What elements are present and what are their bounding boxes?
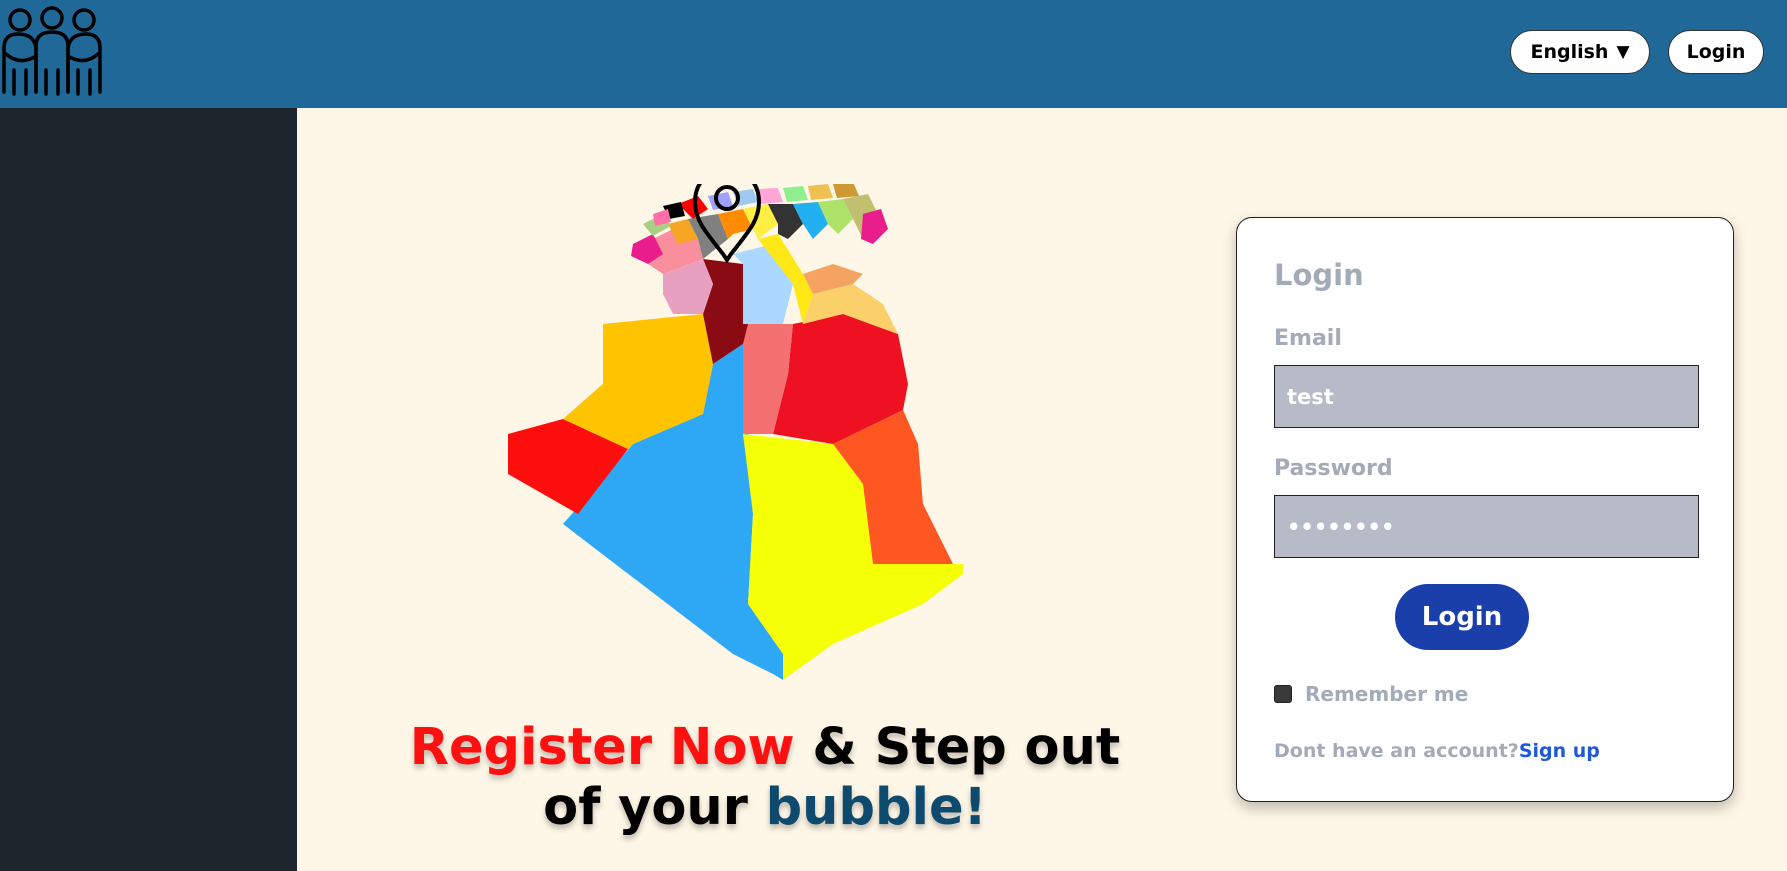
login-submit-button[interactable]: Login (1395, 584, 1529, 650)
headline-register-now: Register Now (409, 718, 795, 777)
people-group-icon[interactable] (0, 4, 104, 100)
remember-me-row: Remember me (1274, 682, 1468, 706)
remember-me-label: Remember me (1305, 682, 1469, 706)
no-account-text: Dont have an account? (1274, 740, 1519, 762)
email-label: Email (1274, 326, 1342, 351)
sidebar (0, 108, 297, 871)
header-login-button[interactable]: Login (1668, 30, 1764, 74)
caret-down-icon: ▼ (1616, 42, 1630, 62)
password-field[interactable]: •••••••• (1274, 495, 1699, 558)
signup-prompt: Dont have an account?Sign up (1274, 740, 1600, 762)
language-select[interactable]: English ▼ (1510, 30, 1650, 74)
password-label: Password (1274, 456, 1393, 481)
headline-of-your: of your (543, 778, 766, 837)
headline-step-out: & Step out (794, 718, 1121, 777)
login-title: Login (1274, 258, 1364, 292)
algeria-map-icon (508, 184, 963, 680)
hero-headline: Register Now & Step out of your bubble! (360, 718, 1170, 838)
headline-bubble: bubble! (765, 778, 987, 837)
language-label: English (1530, 41, 1609, 63)
signup-link[interactable]: Sign up (1519, 740, 1600, 762)
top-navbar: English ▼ Login (0, 0, 1787, 108)
login-card: Login Email test Password •••••••• Login… (1236, 217, 1734, 802)
email-field[interactable]: test (1274, 365, 1699, 428)
remember-me-checkbox[interactable] (1274, 685, 1292, 703)
